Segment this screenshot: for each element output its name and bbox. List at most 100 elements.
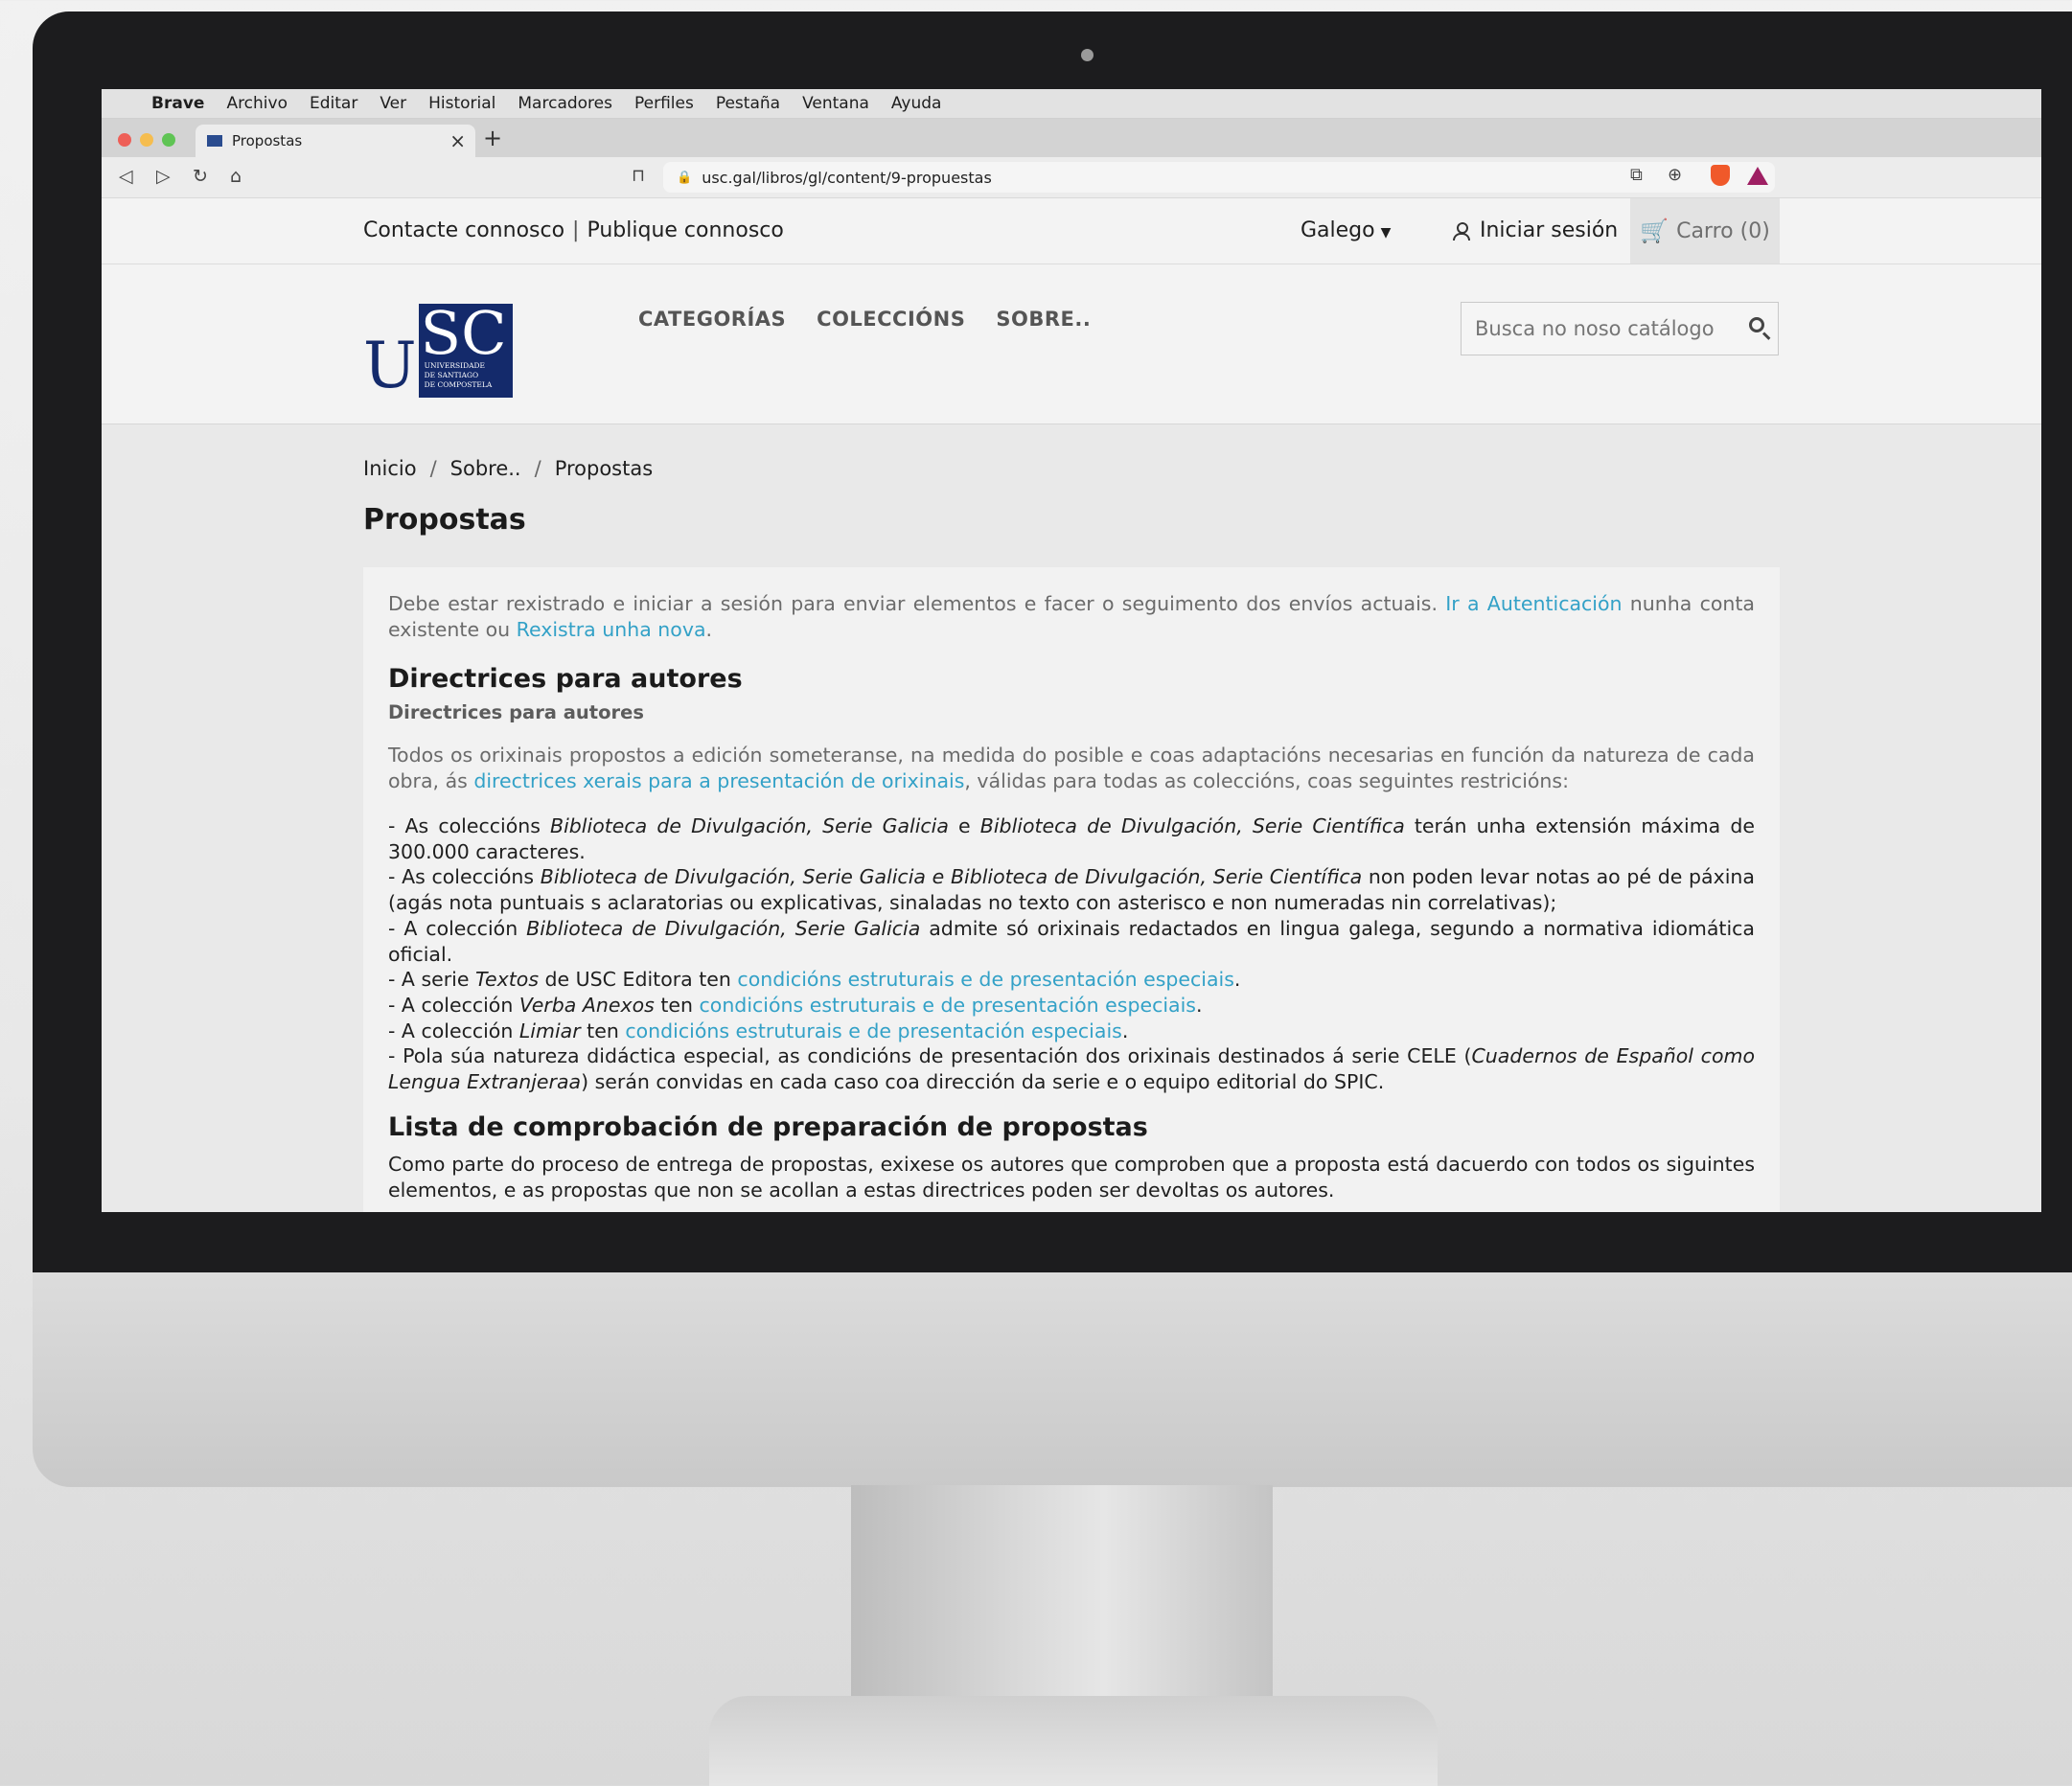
site-header: U SC UNIVERSIDADE DE SANTIAGO DE COMPOST… bbox=[102, 264, 2041, 424]
rules-list: - As coleccións Biblioteca de Divulgació… bbox=[388, 813, 1755, 1095]
language-label: Galego bbox=[1301, 218, 1375, 242]
rule-item: - Pola súa natureza didáctica especial, … bbox=[388, 1044, 1756, 1094]
logo-box: SC UNIVERSIDADE DE SANTIAGO DE COMPOSTEL… bbox=[418, 298, 513, 398]
bookmark-icon[interactable]: ⊓ bbox=[632, 166, 645, 186]
search-icon[interactable] bbox=[1749, 317, 1764, 332]
zoom-window-button[interactable] bbox=[162, 133, 175, 147]
logo-line-1: UNIVERSIDADE bbox=[424, 361, 486, 370]
topbar-links: Contacte connosco | Publique connosco bbox=[363, 218, 784, 242]
usc-logo[interactable]: U SC UNIVERSIDADE DE SANTIAGO DE COMPOST… bbox=[363, 298, 513, 402]
logo-line-2: DE SANTIAGO bbox=[424, 371, 479, 379]
menu-ayuda[interactable]: Ayuda bbox=[891, 94, 942, 113]
window-controls bbox=[118, 133, 175, 147]
textos-conditions-link[interactable]: condicións estruturais e de presentación… bbox=[737, 968, 1233, 991]
menu-perfiles[interactable]: Perfiles bbox=[634, 94, 694, 113]
menu-archivo[interactable]: Archivo bbox=[226, 94, 288, 113]
url-text: usc.gal/libros/gl/content/9-propuestas bbox=[702, 168, 992, 187]
guidelines-intro: Todos os orixinais propostos a edición s… bbox=[388, 743, 1755, 794]
nav-coleccions[interactable]: COLECCIÓNS bbox=[817, 308, 965, 331]
zoom-icon[interactable]: ⊕ bbox=[1668, 165, 1682, 185]
tab-strip: Propostas × + bbox=[102, 119, 2041, 157]
forward-icon[interactable]: ▷ bbox=[156, 166, 171, 187]
auth-link[interactable]: Ir a Autenticación bbox=[1445, 592, 1622, 615]
rule-item: - A colección Verba Anexos ten condición… bbox=[388, 993, 1203, 1017]
page-title: Propostas bbox=[363, 503, 526, 537]
limiar-conditions-link[interactable]: condicións estruturais e de presentación… bbox=[625, 1019, 1121, 1042]
content-card: Debe estar rexistrado e iniciar a sesión… bbox=[363, 567, 1780, 1212]
guidelines-heading: Directrices para autores bbox=[388, 664, 743, 694]
breadcrumb-sobre[interactable]: Sobre.. bbox=[450, 457, 521, 480]
logo-subtitle: UNIVERSIDADE DE SANTIAGO DE COMPOSTELA bbox=[425, 361, 493, 390]
register-link[interactable]: Rexistra unha nova bbox=[517, 618, 706, 641]
intro-text-2: , válidas para todas as coleccións, coas… bbox=[964, 769, 1570, 792]
back-icon[interactable]: ◁ bbox=[119, 166, 133, 187]
translate-icon[interactable]: ⧉ bbox=[1630, 165, 1643, 185]
rule-item: - A colección Limiar ten condicións estr… bbox=[388, 1019, 1129, 1042]
close-tab-icon[interactable]: × bbox=[449, 129, 466, 152]
rule-item: - A serie Textos de USC Editora ten cond… bbox=[388, 968, 1241, 992]
logo-letter-u: U bbox=[363, 329, 417, 402]
login-label: Iniciar sesión bbox=[1480, 218, 1619, 242]
contact-link[interactable]: Contacte connosco bbox=[363, 218, 564, 242]
address-bar[interactable]: 🔒 usc.gal/libros/gl/content/9-propuestas bbox=[663, 162, 1775, 193]
login-link[interactable]: Iniciar sesión bbox=[1453, 218, 1618, 242]
search-box bbox=[1461, 302, 1779, 355]
menu-editar[interactable]: Editar bbox=[310, 94, 357, 113]
site-topbar: Contacte connosco | Publique connosco Gale… bbox=[102, 198, 2041, 264]
screen: Brave Archivo Editar Ver Historial Marca… bbox=[102, 89, 2041, 1212]
logo-line-3: DE COMPOSTELA bbox=[424, 380, 493, 389]
close-window-button[interactable] bbox=[118, 133, 131, 147]
menu-ver[interactable]: Ver bbox=[380, 94, 406, 113]
cart-icon: 🛒 bbox=[1640, 218, 1669, 244]
publish-link[interactable]: Publique connosco bbox=[587, 218, 783, 242]
cart-button[interactable]: 🛒 Carro (0) bbox=[1630, 198, 1780, 263]
language-selector[interactable]: Galego ▼ bbox=[1301, 218, 1391, 242]
menu-marcadores[interactable]: Marcadores bbox=[518, 94, 612, 113]
new-tab-icon[interactable]: + bbox=[483, 125, 502, 151]
brave-shields-icon[interactable] bbox=[1711, 165, 1730, 186]
reload-icon[interactable]: ↻ bbox=[193, 166, 208, 187]
mac-menubar: Brave Archivo Editar Ver Historial Marca… bbox=[102, 89, 2041, 119]
breadcrumb-current: Propostas bbox=[554, 457, 654, 480]
checklist-heading: Lista de comprobación de preparación de … bbox=[388, 1111, 1148, 1142]
breadcrumb-inicio[interactable]: Inicio bbox=[363, 457, 417, 480]
tab-title: Propostas bbox=[232, 132, 303, 149]
search-input[interactable] bbox=[1462, 303, 1736, 355]
imac-stand-foot bbox=[709, 1696, 1438, 1786]
lock-icon: 🔒 bbox=[677, 170, 693, 185]
home-icon[interactable]: ⌂ bbox=[230, 166, 242, 187]
verba-conditions-link[interactable]: condicións estruturais e de presentación… bbox=[700, 994, 1196, 1017]
menu-app-name[interactable]: Brave bbox=[151, 94, 204, 113]
brave-rewards-icon[interactable] bbox=[1747, 167, 1768, 185]
tab-propostas[interactable]: Propostas × bbox=[196, 125, 475, 157]
main-nav: CATEGORÍAS COLECCIÓNS SOBRE.. bbox=[638, 308, 1091, 331]
imac-chin bbox=[33, 1272, 2072, 1487]
breadcrumb-separator: / bbox=[534, 457, 541, 480]
nav-categorias[interactable]: CATEGORÍAS bbox=[638, 308, 786, 331]
breadcrumb: Inicio / Sobre.. / Propostas bbox=[363, 457, 653, 480]
menu-ventana[interactable]: Ventana bbox=[802, 94, 869, 113]
breadcrumb-separator: / bbox=[429, 457, 437, 480]
rule-item: - As coleccións Biblioteca de Divulgació… bbox=[388, 865, 1755, 915]
logo-letters-sc: SC bbox=[420, 298, 507, 368]
cart-label: Carro (0) bbox=[1676, 218, 1770, 243]
general-guidelines-link[interactable]: directrices xerais para a presentación d… bbox=[473, 769, 964, 792]
caret-down-icon: ▼ bbox=[1380, 225, 1392, 240]
notice-text: Debe estar rexistrado e iniciar a sesión… bbox=[388, 592, 1446, 615]
camera-dot bbox=[1081, 49, 1094, 61]
guidelines-subheading: Directrices para autores bbox=[388, 701, 644, 723]
notice-text-3: . bbox=[705, 618, 713, 641]
browser-toolbar: ◁ ▷ ↻ ⌂ ⊓ 🔒 usc.gal/libros/gl/content/9-… bbox=[102, 157, 2041, 198]
minimize-window-button[interactable] bbox=[140, 133, 153, 147]
rule-item: - As coleccións Biblioteca de Divulgació… bbox=[388, 814, 1755, 863]
favicon-icon bbox=[207, 135, 222, 147]
menu-pestana[interactable]: Pestaña bbox=[716, 94, 780, 113]
menu-historial[interactable]: Historial bbox=[428, 94, 495, 113]
web-page: Contacte connosco | Publique connosco Gale… bbox=[102, 198, 2041, 1212]
checklist-text: Como parte do proceso de entrega de prop… bbox=[388, 1152, 1755, 1202]
nav-sobre[interactable]: SOBRE.. bbox=[996, 308, 1091, 331]
topbar-separator: | bbox=[572, 218, 580, 242]
rule-item: - A colección Biblioteca de Divulgación,… bbox=[388, 916, 1755, 966]
user-icon bbox=[1453, 221, 1470, 240]
login-notice: Debe estar rexistrado e iniciar a sesión… bbox=[388, 591, 1755, 643]
